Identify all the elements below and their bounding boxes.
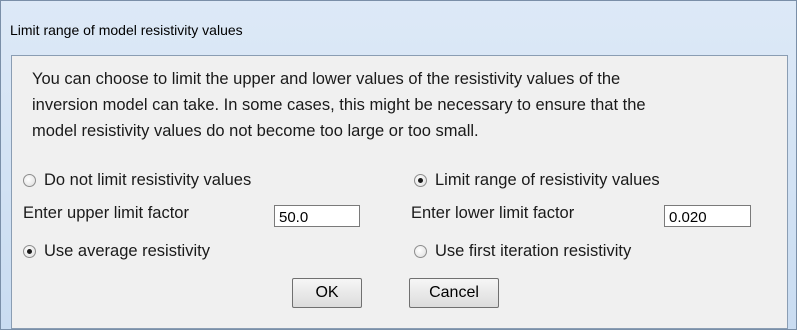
radio-first-iteration[interactable]: Use first iteration resistivity [414,242,631,261]
upper-limit-input[interactable] [274,205,360,227]
lower-limit-label: Enter lower limit factor [411,204,575,222]
radio-average-resistivity-label: Use average resistivity [44,242,210,260]
radio-average-resistivity-circle[interactable] [23,245,36,258]
ok-button[interactable]: OK [292,278,362,308]
radio-limit-range-circle[interactable] [414,174,427,187]
upper-limit-label: Enter upper limit factor [23,204,189,222]
radio-first-iteration-label: Use first iteration resistivity [435,242,632,260]
lower-limit-input[interactable] [664,205,751,227]
cancel-button[interactable]: Cancel [409,278,499,308]
radio-do-not-limit[interactable]: Do not limit resistivity values [23,171,251,190]
description-line: model resistivity values do not become t… [32,122,479,140]
description-text: You can choose to limit the upper and lo… [32,66,782,144]
radio-limit-range-label: Limit range of resistivity values [435,171,660,189]
radio-do-not-limit-label: Do not limit resistivity values [44,171,252,189]
window-title: Limit range of model resistivity values [10,22,243,38]
radio-limit-range[interactable]: Limit range of resistivity values [414,171,660,190]
dialog-window: Limit range of model resistivity values … [0,0,797,330]
dialog-body: You can choose to limit the upper and lo… [11,55,788,329]
radio-first-iteration-circle[interactable] [414,245,427,258]
radio-do-not-limit-circle[interactable] [23,174,36,187]
description-line: You can choose to limit the upper and lo… [32,70,621,88]
description-line: inversion model can take. In some cases,… [32,96,646,114]
title-bar[interactable]: Limit range of model resistivity values [1,1,796,41]
radio-average-resistivity[interactable]: Use average resistivity [23,242,210,261]
